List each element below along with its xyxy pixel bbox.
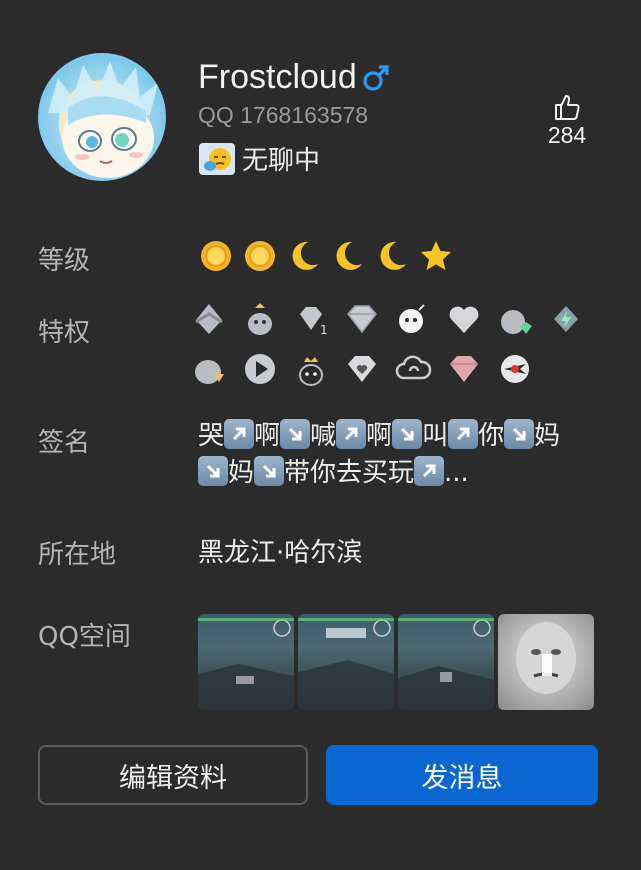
- sun-icon: [245, 241, 275, 271]
- signature-segment: 妈: [228, 458, 255, 488]
- edit-profile-button[interactable]: 编辑资料: [38, 745, 308, 805]
- nickname: Frostcloud: [198, 58, 357, 96]
- diamond-icon: [347, 305, 377, 334]
- signature-segment: 叫: [422, 421, 449, 451]
- male-gender-icon: [363, 64, 389, 91]
- signature-segment: 带你去买玩: [284, 458, 415, 488]
- signature-ellipsis: ...: [444, 458, 469, 488]
- qq-id[interactable]: QQ 1768163578: [198, 102, 368, 129]
- penguin-crown-icon: [299, 357, 323, 386]
- signature-segment: 你: [478, 421, 505, 451]
- signature-segment: 哭: [198, 421, 225, 451]
- avatar-illustration: [48, 61, 158, 178]
- like-count: 284: [547, 122, 587, 148]
- arrow-down-right-icon: [254, 456, 285, 486]
- moon-icon: [336, 241, 362, 270]
- arrow-up-right-icon: [448, 419, 479, 449]
- cf-logo-icon: [501, 355, 529, 383]
- play-icon: [245, 354, 275, 384]
- arrow-down-right-icon: [280, 419, 311, 449]
- thumbs-up-icon: [555, 95, 580, 120]
- level-icons[interactable]: [198, 238, 454, 274]
- qzone-photo[interactable]: [198, 614, 294, 710]
- arrow-down-right-icon: [504, 419, 535, 449]
- signature-label: 签名: [38, 428, 91, 458]
- pink-diamond-icon: [450, 356, 478, 382]
- moon-icon: [292, 241, 318, 270]
- avatar[interactable]: [38, 53, 166, 181]
- signature-segment: 啊: [366, 421, 393, 451]
- game-hud-illustration: [398, 619, 494, 710]
- privilege-icons[interactable]: 1: [190, 300, 590, 400]
- penguin-gem-icon: [501, 310, 532, 334]
- level-label: 等级: [38, 246, 91, 276]
- qq-penguin-crown-icon: [248, 303, 272, 335]
- qzone-photo[interactable]: [398, 614, 494, 710]
- signature-segment: 妈: [534, 421, 561, 451]
- signature-text[interactable]: 哭啊喊啊叫你妈妈带你去买玩...: [198, 418, 588, 492]
- status-text: 无聊中: [242, 146, 321, 176]
- lightning-gem-icon: [554, 306, 578, 332]
- signature-segment: 喊: [310, 421, 337, 451]
- qzone-label: QQ空间: [38, 622, 131, 652]
- heart-icon: [449, 306, 479, 333]
- arrow-up-right-icon: [336, 419, 367, 449]
- location-value: 黑龙江·哈尔滨: [198, 538, 363, 568]
- svg-text:1: 1: [320, 323, 328, 337]
- signature-segment: 啊: [254, 421, 281, 451]
- name-row: Frostcloud: [198, 58, 391, 97]
- location-label: 所在地: [38, 540, 117, 570]
- penguin-gold-icon: [195, 360, 224, 384]
- profile-card: Frostcloud QQ 1768163578 无聊中 284 等级 特权 1…: [0, 0, 641, 870]
- sun-icon: [201, 241, 231, 271]
- arrow-down-right-icon: [392, 419, 423, 449]
- arrow-up-right-icon: [414, 456, 445, 486]
- qzone-photo[interactable]: [498, 614, 594, 710]
- diamond-heart-icon: [348, 356, 376, 382]
- moon-icon: [380, 241, 406, 270]
- like-button[interactable]: 284: [540, 92, 594, 149]
- game-hud-illustration: [198, 619, 294, 710]
- send-message-button[interactable]: 发消息: [326, 745, 598, 805]
- face-meme-illustration: [516, 622, 576, 694]
- qzone-photo[interactable]: [298, 614, 394, 710]
- bored-status-icon: [199, 142, 235, 175]
- status-row[interactable]: 无聊中: [198, 140, 320, 177]
- qzone-photos: [198, 614, 594, 710]
- arrow-down-right-icon: [198, 456, 228, 486]
- cloud-icon: [395, 355, 432, 380]
- bomb-icon: [399, 304, 425, 333]
- diamond-1-icon: 1: [300, 307, 328, 337]
- game-hud-illustration: [298, 619, 394, 710]
- star-icon: [421, 241, 451, 270]
- vip-crown-icon: [195, 304, 223, 334]
- arrow-up-right-icon: [224, 419, 255, 449]
- privileges-label: 特权: [38, 318, 91, 348]
